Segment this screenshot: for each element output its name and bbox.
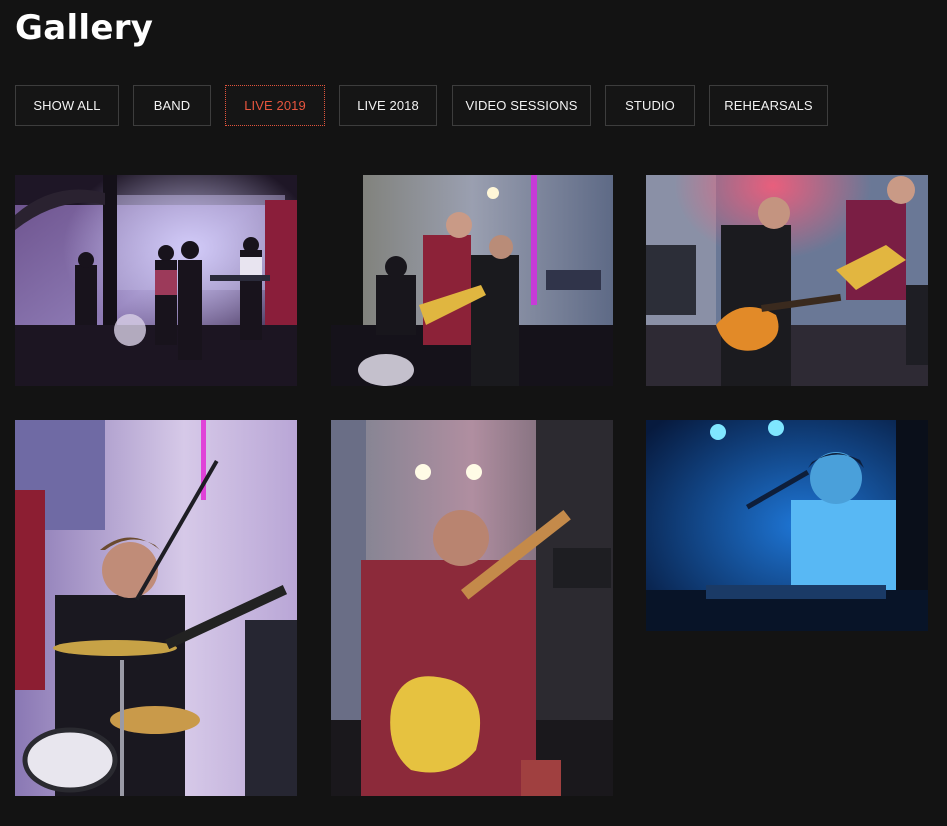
band-on-stage-image: [15, 175, 297, 386]
filter-live-2018[interactable]: LIVE 2018: [339, 85, 437, 126]
filter-show-all[interactable]: SHOW ALL: [15, 85, 119, 126]
filter-studio[interactable]: STUDIO: [605, 85, 695, 126]
gallery-photo[interactable]: [646, 420, 928, 631]
bassist-image: [331, 420, 613, 796]
filter-live-2019[interactable]: LIVE 2019: [225, 85, 325, 126]
gallery-photo[interactable]: [15, 175, 297, 386]
drummer-image: [15, 420, 297, 796]
keyboard-player-image: [646, 420, 928, 631]
gallery-photo[interactable]: [646, 175, 928, 386]
gallery-photo[interactable]: [331, 420, 613, 796]
guitarist-image: [646, 175, 928, 386]
filter-video-sessions[interactable]: VIDEO SESSIONS: [452, 85, 591, 126]
bassist-and-singer-image: [331, 175, 613, 386]
gallery-photo[interactable]: [331, 175, 613, 386]
page-title: Gallery: [15, 8, 154, 48]
gallery-photo[interactable]: [15, 420, 297, 796]
filter-band[interactable]: BAND: [133, 85, 211, 126]
filter-rehearsals[interactable]: REHEARSALS: [709, 85, 828, 126]
